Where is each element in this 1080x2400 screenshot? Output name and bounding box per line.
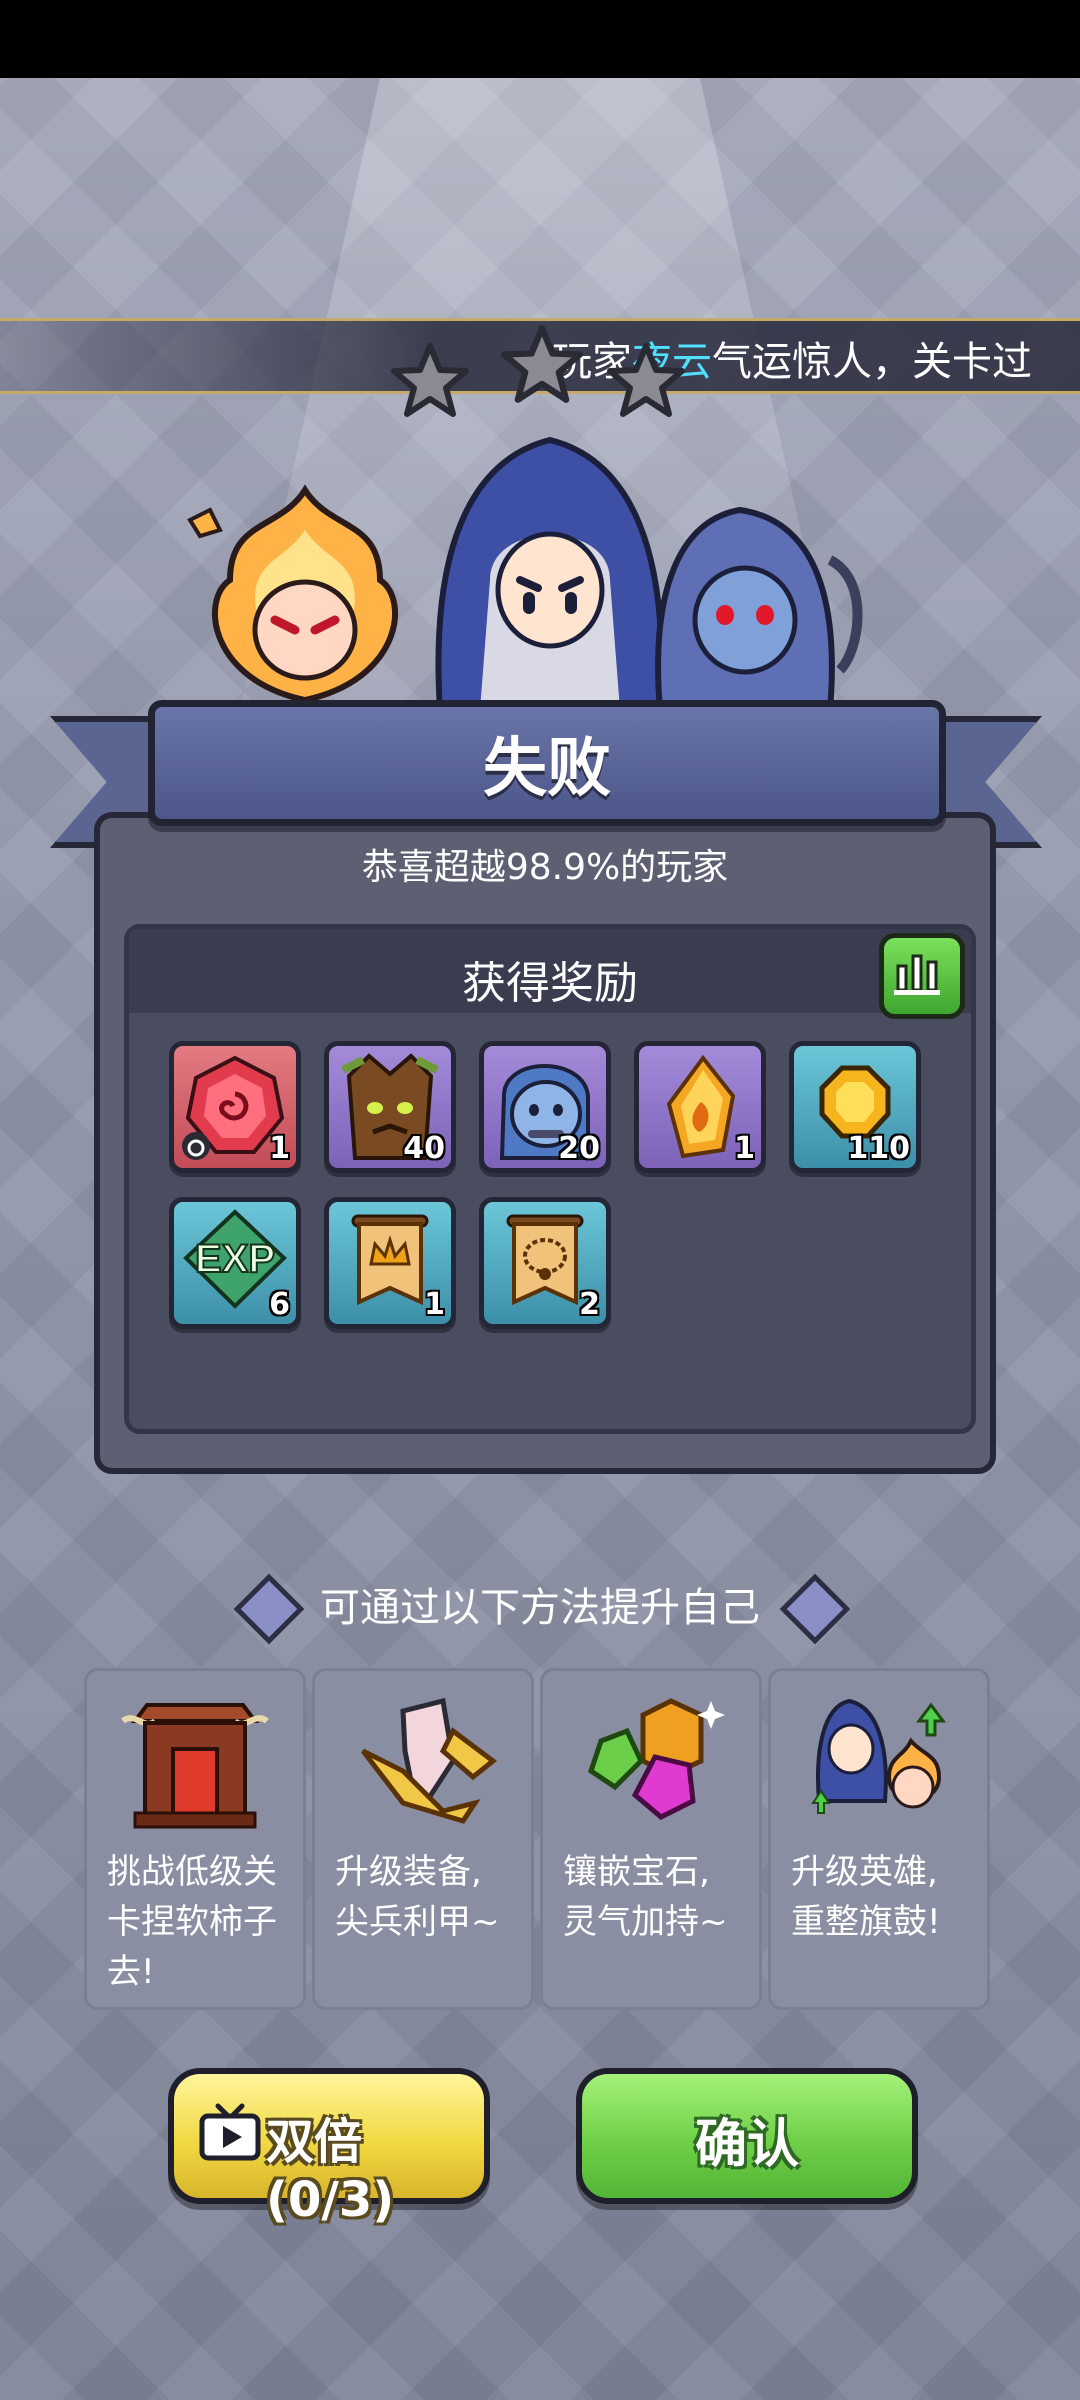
exp-label: EXP <box>195 1237 275 1281</box>
reward-count: 20 <box>558 1131 600 1166</box>
dark-elf-hero-icon <box>655 506 863 710</box>
fire-hero-icon <box>187 484 398 704</box>
hero-upgrade-icon <box>811 1698 946 1814</box>
video-ad-icon <box>199 2103 261 2161</box>
bar-chart-icon <box>894 954 940 995</box>
tip-text: 镶嵌宝石,灵气加持~ <box>563 1852 728 1942</box>
reward-count: 6 <box>269 1287 290 1322</box>
reward-item[interactable]: 2 <box>479 1197 611 1329</box>
reward-count: 2 <box>579 1287 600 1322</box>
tip-card-equipment[interactable]: 升级装备,尖兵利甲~ <box>312 1668 534 2010</box>
reward-item[interactable]: 110 <box>789 1041 921 1173</box>
reward-item[interactable]: 40 <box>324 1041 456 1173</box>
status-bar <box>0 0 1080 78</box>
tip-card-heroes[interactable]: 升级英雄,重整旗鼓! <box>768 1668 990 2010</box>
empty-star-icon <box>391 343 469 417</box>
confirm-button-label: 确认 <box>694 2115 799 2175</box>
confirm-button[interactable]: 确认 <box>576 2068 918 2204</box>
double-button-label: 双倍(0/3) <box>266 2114 395 2228</box>
reward-count: 1 <box>734 1131 755 1166</box>
reward-item[interactable]: 1 <box>634 1041 766 1173</box>
reward-item[interactable]: 1 <box>169 1041 301 1173</box>
reward-count: 1 <box>269 1131 290 1166</box>
empty-star-icon <box>607 343 685 417</box>
result-title: 失败 <box>483 732 611 806</box>
stats-button[interactable] <box>879 933 965 1019</box>
tips-title: 可通过以下方法提升自己 <box>320 1585 760 1631</box>
reward-count: 40 <box>403 1131 445 1166</box>
result-banner: 失败 <box>148 700 946 826</box>
reward-count: 110 <box>847 1131 910 1166</box>
tip-card-challenge[interactable]: 挑战低级关卡捏软柿子去! <box>84 1668 306 2010</box>
empty-star-icon <box>501 325 583 403</box>
reward-item[interactable]: 20 <box>479 1041 611 1173</box>
tip-text: 升级英雄,重整旗鼓! <box>791 1852 941 1942</box>
shrine-icon <box>121 1703 269 1829</box>
reward-box: 获得奖励 1 40 20 1 110 EXP 6 1 2 <box>124 924 976 1434</box>
result-subtitle: 恭喜超越98.9%的玩家 <box>361 847 729 888</box>
gems-icon <box>588 1698 725 1820</box>
reward-title: 获得奖励 <box>462 958 638 1009</box>
result-panel: 恭喜超越98.9%的玩家 获得奖励 1 40 20 1 110 EXP 6 1 … <box>94 812 996 1474</box>
tip-text: 升级装备,尖兵利甲~ <box>335 1852 500 1942</box>
equipment-icon <box>361 1697 498 1824</box>
reward-count: 1 <box>424 1287 445 1322</box>
reward-item[interactable]: 1 <box>324 1197 456 1329</box>
tip-card-gems[interactable]: 镶嵌宝石,灵气加持~ <box>540 1668 762 2010</box>
reward-item[interactable]: EXP 6 <box>169 1197 301 1329</box>
tip-text: 挑战低级关卡捏软柿子去! <box>107 1852 277 1992</box>
reward-header: 获得奖励 <box>129 929 971 1019</box>
double-reward-button[interactable]: 双倍(0/3) <box>168 2068 490 2228</box>
marquee-suffix: 气运惊人，关卡过 <box>712 339 1032 385</box>
